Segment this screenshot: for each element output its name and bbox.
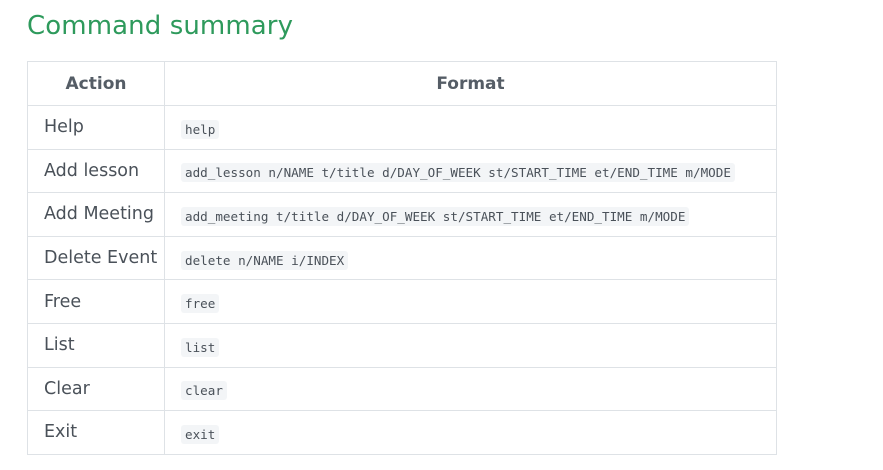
command-code: delete n/NAME i/INDEX bbox=[181, 250, 349, 270]
command-code: add_meeting t/title d/DAY_OF_WEEK st/STA… bbox=[181, 206, 690, 226]
table-header: Action Format bbox=[27, 61, 777, 106]
table-row: Add Meeting add_meeting t/title d/DAY_OF… bbox=[27, 192, 777, 237]
action-cell: Help bbox=[27, 105, 165, 150]
table-header-row: Action Format bbox=[27, 61, 777, 106]
table-row: Help help bbox=[27, 105, 777, 150]
action-cell: Clear bbox=[27, 366, 165, 412]
format-cell: exit bbox=[164, 410, 777, 455]
command-code: clear bbox=[181, 381, 227, 401]
table-row: Free free bbox=[27, 279, 777, 324]
command-code: add_lesson n/NAME t/title d/DAY_OF_WEEK … bbox=[181, 163, 735, 183]
column-header-action: Action bbox=[27, 61, 165, 106]
action-cell: Free bbox=[27, 279, 165, 324]
command-code: free bbox=[181, 294, 220, 314]
command-code: help bbox=[181, 119, 220, 139]
table-body: Help help Add lesson add_lesson n/NAME t… bbox=[27, 105, 777, 455]
format-cell: list bbox=[164, 322, 777, 368]
command-summary-table: Action Format Help help Add lesson add_l… bbox=[27, 61, 777, 455]
format-cell: free bbox=[164, 279, 777, 324]
action-cell: Add lesson bbox=[27, 148, 165, 194]
column-header-format: Format bbox=[164, 61, 777, 106]
page-title: Command summary bbox=[27, 11, 294, 41]
table-row: Add lesson add_lesson n/NAME t/title d/D… bbox=[27, 148, 777, 194]
table-row: Clear clear bbox=[27, 366, 777, 412]
table-row: Exit exit bbox=[27, 410, 777, 455]
table-row: Delete Event delete n/NAME i/INDEX bbox=[27, 235, 777, 281]
format-cell: delete n/NAME i/INDEX bbox=[164, 235, 777, 281]
command-code: list bbox=[181, 337, 220, 357]
format-cell: help bbox=[164, 105, 777, 150]
format-cell: add_lesson n/NAME t/title d/DAY_OF_WEEK … bbox=[164, 148, 777, 194]
action-cell: Exit bbox=[27, 410, 165, 455]
action-cell: Delete Event bbox=[27, 235, 165, 281]
action-cell: List bbox=[27, 322, 165, 368]
table-row: List list bbox=[27, 322, 777, 368]
action-cell: Add Meeting bbox=[27, 192, 165, 237]
format-cell: add_meeting t/title d/DAY_OF_WEEK st/STA… bbox=[164, 192, 777, 237]
format-cell: clear bbox=[164, 366, 777, 412]
command-code: exit bbox=[181, 424, 220, 444]
